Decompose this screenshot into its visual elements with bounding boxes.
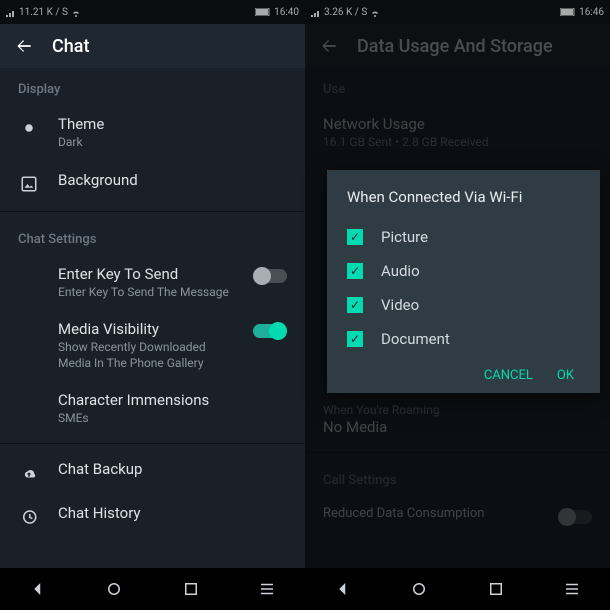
enter-key-title: Enter Key To Send	[58, 265, 235, 283]
ok-button[interactable]: OK	[557, 368, 574, 383]
character-sub: SMEs	[58, 411, 287, 427]
battery-icon	[560, 8, 576, 16]
option-document[interactable]: ✓ Document	[347, 322, 580, 356]
character-item[interactable]: Character Immensions SMEs	[0, 381, 305, 437]
signal-icon	[311, 7, 321, 17]
nav-menu-icon[interactable]	[258, 580, 276, 598]
option-label: Video	[381, 296, 419, 314]
signal-icon	[6, 7, 16, 17]
option-label: Document	[381, 330, 450, 348]
wifi-autodownload-dialog: When Connected Via Wi-Fi ✓ Picture ✓ Aud…	[327, 170, 600, 393]
media-visibility-sub: Show Recently Downloaded Media In The Ph…	[58, 340, 235, 371]
page-title: Chat	[52, 36, 89, 57]
chat-backup-label: Chat Backup	[58, 460, 287, 478]
option-audio[interactable]: ✓ Audio	[347, 254, 580, 288]
checkbox-icon[interactable]: ✓	[347, 263, 363, 279]
nav-home-icon[interactable]	[410, 580, 428, 598]
enter-key-item[interactable]: Enter Key To Send Enter Key To Send The …	[0, 255, 305, 311]
back-arrow-icon[interactable]	[14, 36, 34, 56]
display-section-label: Display	[0, 68, 305, 105]
background-label: Background	[58, 171, 287, 189]
option-label: Audio	[381, 262, 420, 280]
nav-back-icon[interactable]	[29, 580, 47, 598]
navigation-bar	[305, 568, 610, 610]
cancel-button[interactable]: CANCEL	[484, 368, 533, 383]
option-video[interactable]: ✓ Video	[347, 288, 580, 322]
option-picture[interactable]: ✓ Picture	[347, 220, 580, 254]
cloud-upload-icon	[18, 462, 40, 484]
theme-icon	[18, 117, 40, 139]
background-item[interactable]: Background	[0, 161, 305, 205]
chat-backup-item[interactable]: Chat Backup	[0, 450, 305, 494]
enter-key-toggle[interactable]	[253, 269, 287, 283]
nav-home-icon[interactable]	[105, 580, 123, 598]
checkbox-icon[interactable]: ✓	[347, 297, 363, 313]
nav-recent-icon[interactable]	[487, 580, 505, 598]
data-usage-screen: 3.26 K / S 16:46 Data Usage And Storage …	[305, 0, 610, 610]
chat-section-label: Chat Settings	[0, 218, 305, 255]
media-visibility-item[interactable]: Media Visibility Show Recently Downloade…	[0, 310, 305, 381]
clock: 16:40	[274, 7, 299, 18]
clock: 16:46	[579, 7, 604, 18]
chat-history-label: Chat History	[58, 504, 287, 522]
history-icon	[18, 506, 40, 528]
nav-recent-icon[interactable]	[182, 580, 200, 598]
wallpaper-icon	[18, 173, 40, 195]
character-title: Character Immensions	[58, 391, 287, 409]
checkbox-icon[interactable]: ✓	[347, 229, 363, 245]
media-visibility-title: Media Visibility	[58, 320, 235, 338]
navigation-bar	[0, 568, 305, 610]
theme-item[interactable]: Theme Dark	[0, 105, 305, 161]
dialog-title: When Connected Via Wi-Fi	[347, 188, 580, 206]
chat-history-item[interactable]: Chat History	[0, 494, 305, 538]
app-bar: Chat	[0, 24, 305, 68]
status-bar: 3.26 K / S 16:46	[305, 0, 610, 24]
net-speed: 11.21 K / S	[19, 7, 68, 18]
enter-key-sub: Enter Key To Send The Message	[58, 285, 235, 301]
battery-icon	[255, 8, 271, 16]
checkbox-icon[interactable]: ✓	[347, 331, 363, 347]
theme-label: Theme	[58, 115, 287, 133]
nav-menu-icon[interactable]	[563, 580, 581, 598]
theme-value: Dark	[58, 135, 287, 151]
wifi-icon	[71, 7, 81, 17]
net-speed: 3.26 K / S	[324, 7, 367, 18]
nav-back-icon[interactable]	[334, 580, 352, 598]
chat-settings-screen: 11.21 K / S 16:40 Chat Display Theme Dar…	[0, 0, 305, 610]
media-visibility-toggle[interactable]	[253, 324, 287, 338]
divider	[0, 443, 305, 444]
wifi-icon	[370, 7, 380, 17]
status-bar: 11.21 K / S 16:40	[0, 0, 305, 24]
divider	[0, 211, 305, 212]
option-label: Picture	[381, 228, 428, 246]
